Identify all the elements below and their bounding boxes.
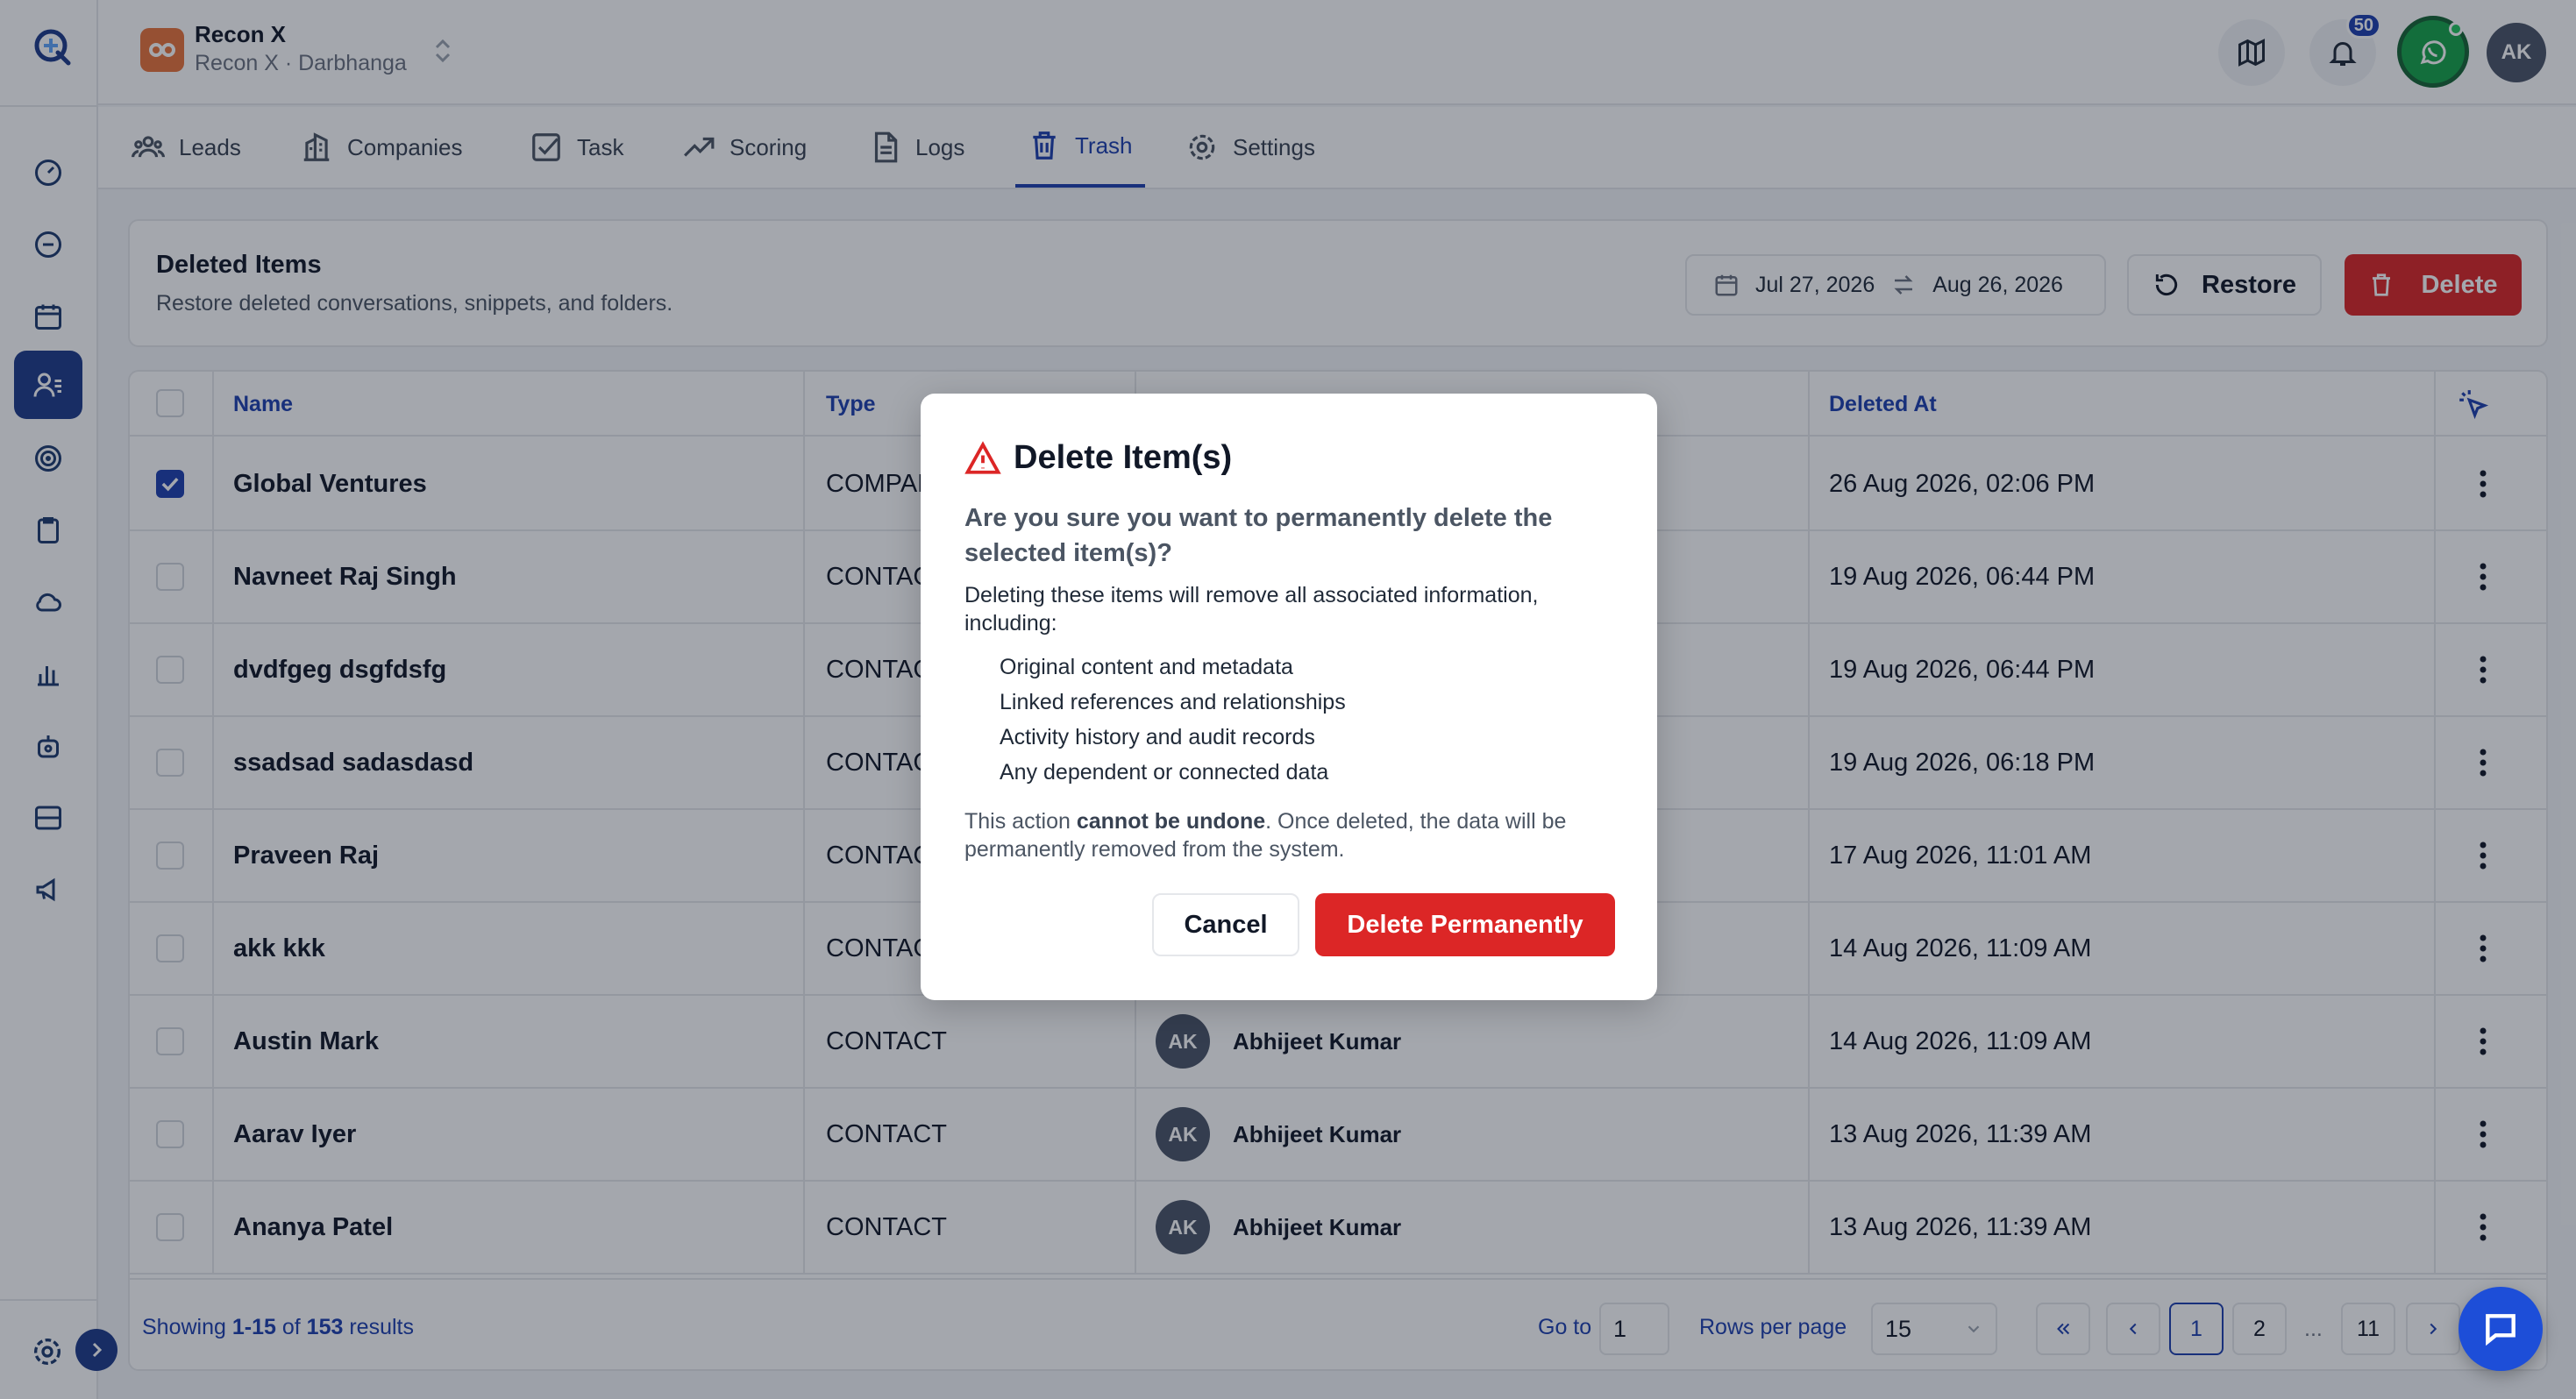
dialog-title-text: Delete Item(s): [1014, 439, 1233, 476]
dialog-impact-list: Original content and metadata Linked ref…: [1000, 650, 1346, 790]
chat-bubble-icon: [2486, 1314, 2516, 1346]
warning-triangle-icon: [964, 440, 1001, 474]
delete-permanently-button[interactable]: Delete Permanently: [1315, 893, 1615, 956]
cancel-button[interactable]: Cancel: [1152, 893, 1299, 956]
impact-item: Any dependent or connected data: [1000, 760, 1329, 785]
note-prefix: This action: [964, 809, 1071, 834]
chat-launcher-button[interactable]: [2459, 1287, 2543, 1371]
dialog-warning-note: This action cannot be undone. Once delet…: [964, 807, 1631, 863]
dialog-question: Are you sure you want to permanently del…: [964, 504, 1553, 567]
note-emphasis: cannot be undone: [1076, 809, 1266, 834]
impact-item: Activity history and audit records: [1000, 725, 1315, 749]
dialog-description: Deleting these items will remove all ass…: [964, 583, 1539, 636]
delete-confirm-dialog: Delete Item(s) Are you sure you want to …: [921, 394, 1657, 1000]
impact-item: Linked references and relationships: [1000, 690, 1346, 714]
impact-item: Original content and metadata: [1000, 655, 1293, 679]
dialog-title: Delete Item(s): [964, 439, 1232, 477]
